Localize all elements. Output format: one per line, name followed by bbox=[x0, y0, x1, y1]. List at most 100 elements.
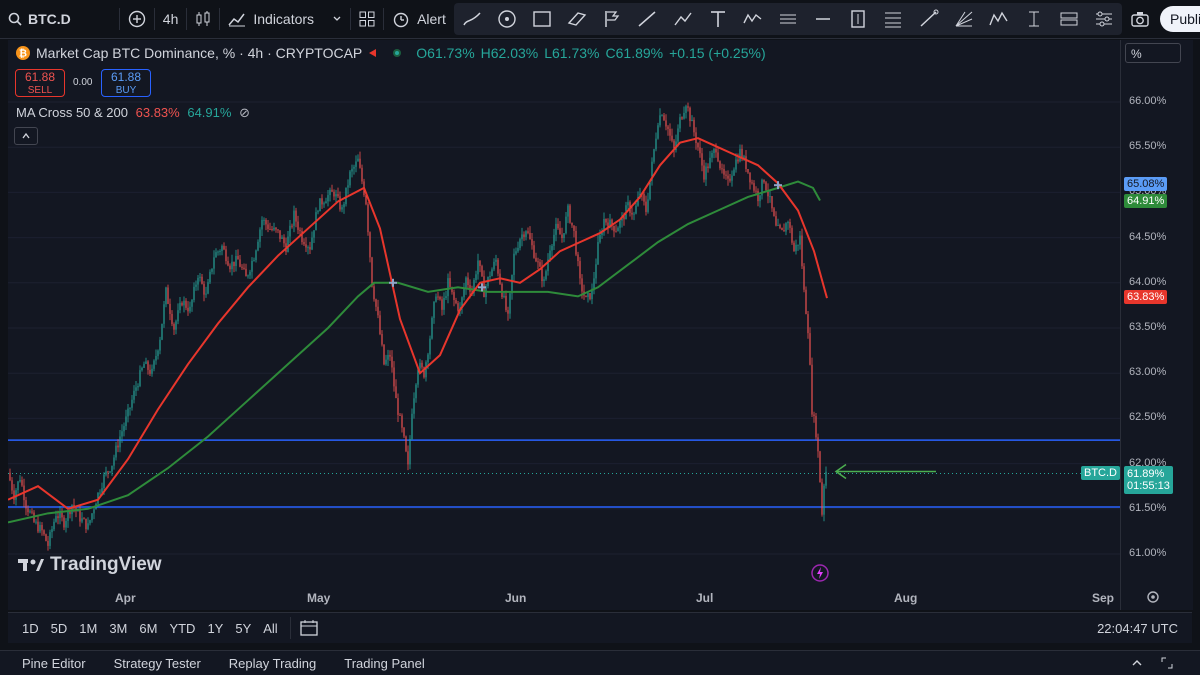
hidden-eye-icon[interactable]: ⊘ bbox=[239, 105, 250, 120]
panel-tab-strategy-tester[interactable]: Strategy Tester bbox=[114, 656, 201, 671]
time-tick-label: Apr bbox=[115, 591, 136, 605]
timeframe-3m[interactable]: 3M bbox=[109, 621, 127, 636]
series-title[interactable]: Market Cap BTC Dominance, % · 4h · CRYPT… bbox=[36, 45, 362, 61]
panel-tab-pine-editor[interactable]: Pine Editor bbox=[22, 656, 86, 671]
timeframe-all[interactable]: All bbox=[263, 621, 277, 636]
candle-body bbox=[425, 362, 427, 378]
collapse-legend-button[interactable] bbox=[14, 127, 38, 145]
candle-body bbox=[241, 266, 243, 268]
sell-label: SELL bbox=[27, 85, 53, 96]
candle-body bbox=[597, 242, 599, 265]
candle-body bbox=[479, 260, 481, 267]
rectangle-icon[interactable] bbox=[531, 9, 553, 29]
panel-tab-trading-panel[interactable]: Trading Panel bbox=[344, 656, 424, 671]
buy-button[interactable]: 61.88 BUY bbox=[101, 69, 151, 97]
settings-sliders-icon[interactable] bbox=[1093, 9, 1115, 29]
flag-icon[interactable] bbox=[601, 9, 623, 29]
timeframe-ytd[interactable]: YTD bbox=[169, 621, 195, 636]
symbol-search[interactable]: BTC.D bbox=[0, 0, 79, 38]
candle-body bbox=[655, 138, 657, 150]
timeframe-6m[interactable]: 6M bbox=[139, 621, 157, 636]
path-icon[interactable] bbox=[672, 9, 694, 29]
candle-body bbox=[113, 457, 115, 466]
text-tool-icon[interactable] bbox=[707, 9, 729, 29]
candle-body bbox=[407, 451, 409, 465]
last-price-tag: 61.89% 01:55:13 bbox=[1124, 465, 1173, 494]
brush-icon[interactable] bbox=[461, 9, 483, 29]
candle-body bbox=[313, 230, 315, 238]
candle-body bbox=[807, 314, 809, 334]
indicators-button[interactable]: Indicators bbox=[220, 0, 350, 38]
forecast-icon[interactable] bbox=[1058, 9, 1080, 29]
sell-button[interactable]: 61.88 SELL bbox=[15, 69, 65, 97]
candle-body bbox=[419, 362, 421, 369]
candle-body bbox=[681, 117, 683, 119]
candle-body bbox=[185, 300, 187, 308]
candle-body bbox=[9, 472, 11, 481]
settings-gear-icon[interactable] bbox=[1146, 590, 1160, 604]
maximize-icon[interactable] bbox=[1160, 656, 1174, 670]
candle-body bbox=[375, 299, 377, 307]
candle-body bbox=[127, 408, 129, 417]
interval-button[interactable]: 4h bbox=[155, 0, 187, 38]
cursor-text-icon[interactable] bbox=[1023, 9, 1045, 29]
timeframe-5y[interactable]: 5Y bbox=[235, 621, 251, 636]
candle-body bbox=[279, 230, 281, 239]
candle-body bbox=[19, 480, 21, 482]
timeframe-1y[interactable]: 1Y bbox=[207, 621, 223, 636]
minus-icon[interactable] bbox=[812, 9, 834, 29]
date-range-icon[interactable] bbox=[299, 619, 319, 637]
price-axis[interactable]: % 66.00% 65.50% 65.00% 64.50% 64.00% 63.50% 63… bbox=[1120, 40, 1193, 610]
candle-body bbox=[153, 360, 155, 369]
candle-body bbox=[335, 194, 337, 197]
candle-body bbox=[411, 413, 413, 440]
candle-body bbox=[509, 293, 511, 314]
candle-body bbox=[685, 106, 687, 113]
candle-body bbox=[381, 334, 383, 345]
candle-body bbox=[481, 266, 483, 277]
timeframe-1d[interactable]: 1D bbox=[22, 621, 39, 636]
chevron-up-icon[interactable] bbox=[1130, 656, 1144, 670]
candle-body bbox=[731, 175, 733, 181]
candle-body bbox=[337, 194, 339, 197]
long-position-icon[interactable] bbox=[777, 9, 799, 29]
timeframe-1m[interactable]: 1M bbox=[79, 621, 97, 636]
price-range-icon[interactable] bbox=[847, 9, 869, 29]
ruler-icon[interactable] bbox=[918, 9, 940, 29]
candle-body bbox=[503, 295, 505, 297]
elliott-wave-icon[interactable] bbox=[988, 9, 1010, 29]
price-chart[interactable] bbox=[7, 40, 1120, 610]
low-value: L61.73% bbox=[544, 45, 600, 61]
chart-pane[interactable] bbox=[7, 40, 1120, 610]
timeframe-5d[interactable]: 5D bbox=[51, 621, 68, 636]
ma-legend[interactable]: MA Cross 50 & 200 63.83% 64.91% ⊘ bbox=[16, 105, 250, 121]
scale-unit-box[interactable]: % bbox=[1125, 43, 1181, 63]
candle-body bbox=[815, 416, 817, 438]
parallel-channel-icon[interactable] bbox=[566, 9, 588, 29]
publish-button[interactable]: Publi bbox=[1160, 6, 1200, 32]
candle-body bbox=[105, 471, 107, 475]
snapshot-button[interactable] bbox=[1122, 0, 1158, 38]
candle-body bbox=[307, 247, 309, 249]
candle-body bbox=[331, 189, 333, 192]
trend-line-icon[interactable] bbox=[636, 9, 658, 29]
price-tick-label: 63.00% bbox=[1129, 366, 1167, 379]
alert-button[interactable]: Alert bbox=[384, 0, 454, 38]
lightning-event-icon[interactable] bbox=[810, 563, 830, 583]
chart-type-button[interactable] bbox=[187, 0, 219, 38]
candle-body bbox=[317, 211, 319, 213]
compare-button[interactable] bbox=[120, 0, 154, 38]
layouts-button[interactable] bbox=[351, 0, 383, 38]
fib-retracement-icon[interactable] bbox=[882, 9, 904, 29]
candle-body bbox=[811, 364, 813, 415]
pattern-icon[interactable] bbox=[742, 9, 764, 29]
candle-body bbox=[115, 445, 117, 458]
gann-fan-icon[interactable] bbox=[953, 9, 975, 29]
panel-tab-replay-trading[interactable]: Replay Trading bbox=[229, 656, 316, 671]
circle-dot-icon[interactable] bbox=[496, 9, 518, 29]
candle-body bbox=[569, 205, 571, 223]
candle-body bbox=[387, 355, 389, 360]
clock-readout[interactable]: 22:04:47 UTC bbox=[1097, 621, 1178, 636]
search-icon bbox=[8, 12, 22, 26]
bar-countdown: 01:55:13 bbox=[1127, 479, 1170, 492]
